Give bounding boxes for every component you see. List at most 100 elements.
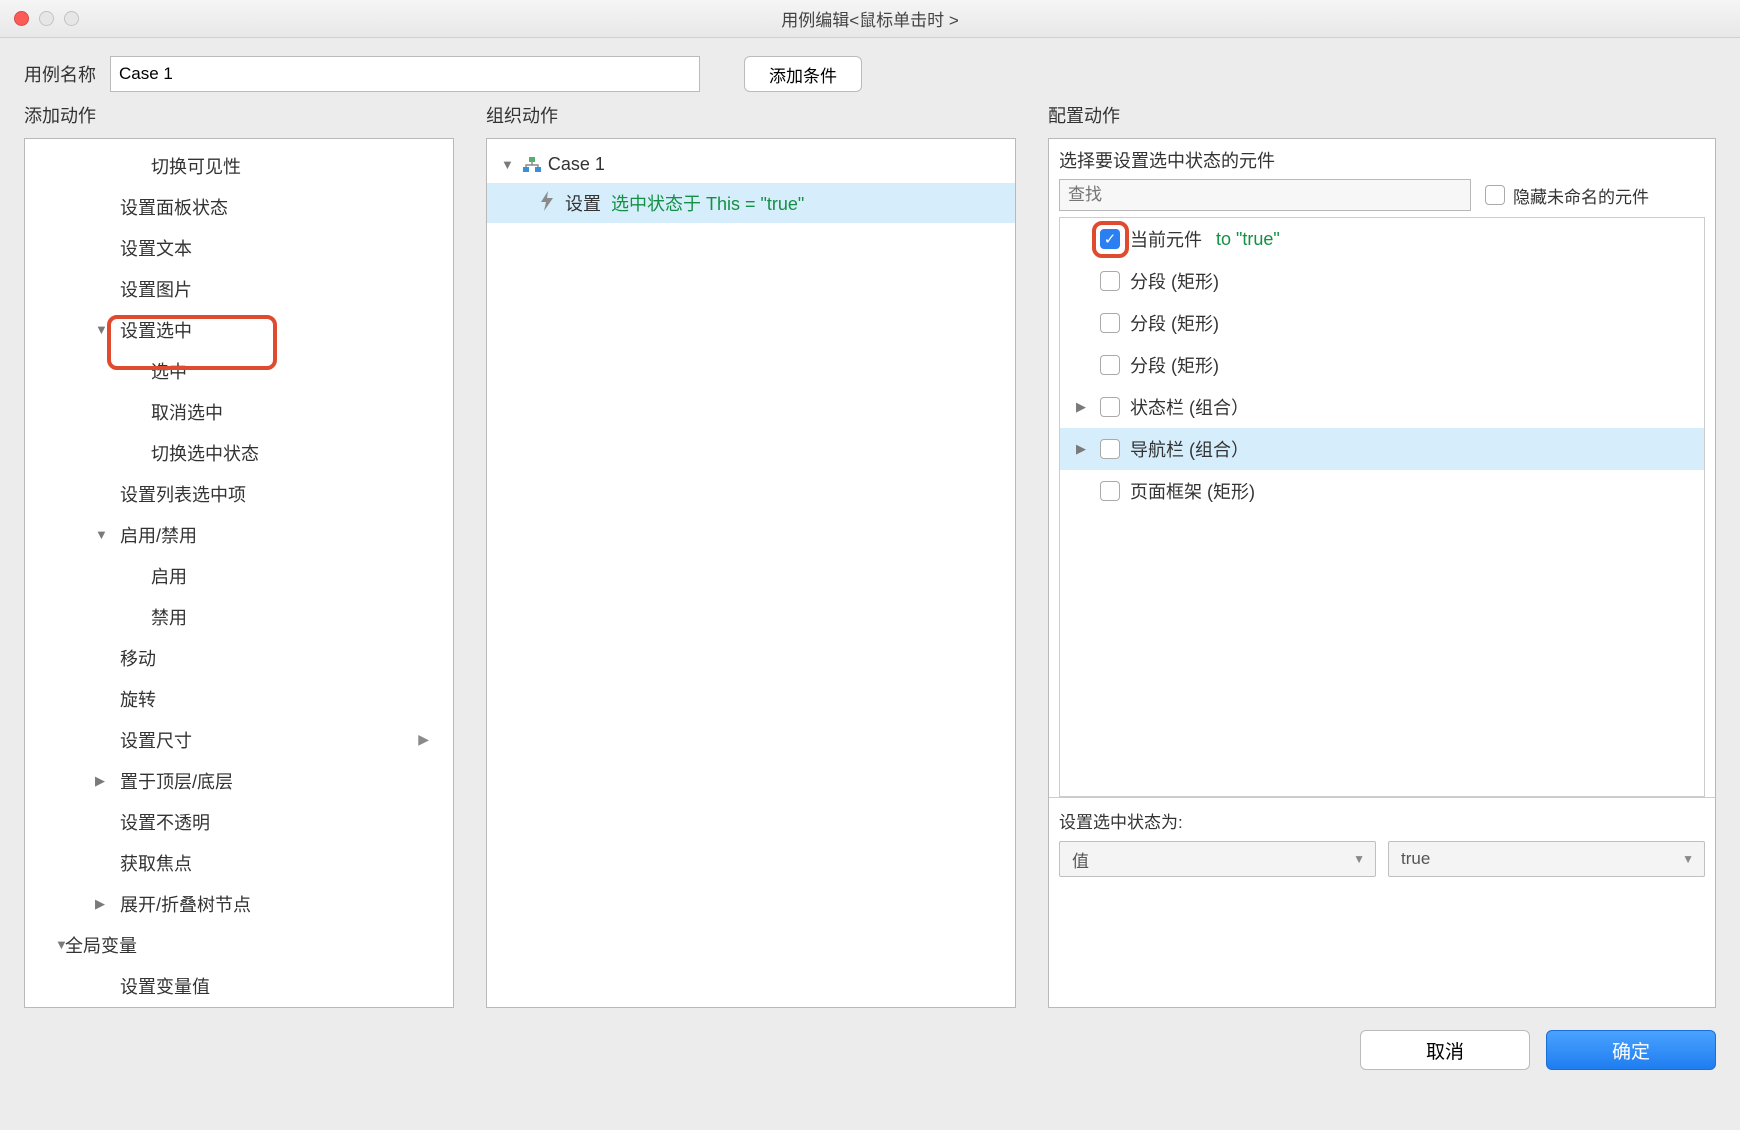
chevron-down-icon[interactable]: ▼ — [95, 527, 108, 542]
action-item[interactable]: 设置文本 — [25, 227, 453, 268]
action-item[interactable]: 获取焦点 — [25, 842, 453, 883]
action-item-label: 设置变量值 — [120, 973, 210, 999]
value-type-selected: 值 — [1072, 847, 1089, 872]
window-traffic-lights — [14, 11, 79, 26]
titlebar: 用例编辑<鼠标单击时 > — [0, 0, 1740, 38]
maximize-window-icon[interactable] — [64, 11, 79, 26]
action-item-label: 全局变量 — [65, 932, 137, 958]
widget-row[interactable]: 分段 (矩形) — [1060, 344, 1704, 386]
action-item[interactable]: 切换可见性 — [25, 145, 453, 186]
action-item[interactable]: ▼ 启用/禁用 — [25, 514, 453, 555]
action-item-label: 启用/禁用 — [120, 522, 197, 548]
widget-label: 当前元件 — [1130, 226, 1202, 252]
close-window-icon[interactable] — [14, 11, 29, 26]
widget-checkbox[interactable] — [1100, 271, 1120, 291]
action-item-label: 设置列表选中项 — [120, 481, 246, 507]
action-item[interactable]: 设置图片 — [25, 268, 453, 309]
widget-checkbox[interactable] — [1100, 313, 1120, 333]
action-item-label: 设置文本 — [120, 235, 192, 261]
widget-row[interactable]: ✓ 当前元件 to "true" — [1060, 218, 1704, 260]
widget-row[interactable]: 分段 (矩形) — [1060, 302, 1704, 344]
widget-tree[interactable]: ✓ 当前元件 to "true" 分段 (矩形) 分段 (矩形) 分段 (矩形) ▶ 状态栏 … — [1059, 217, 1705, 797]
action-detail: 选中状态于 This = "true" — [611, 190, 804, 216]
widget-label: 导航栏 (组合） — [1130, 436, 1249, 462]
flow-icon — [522, 157, 540, 171]
add-condition-button[interactable]: 添加条件 — [744, 56, 862, 92]
action-item[interactable]: 设置面板状态 — [25, 186, 453, 227]
action-item-label: 设置选中 — [120, 317, 192, 343]
widget-label: 分段 (矩形) — [1130, 352, 1219, 378]
chevron-down-icon: ▼ — [1353, 852, 1365, 866]
action-item-label: 设置图片 — [120, 276, 192, 302]
action-item-label: 获取焦点 — [120, 850, 192, 876]
action-item[interactable]: 禁用 — [25, 596, 453, 637]
action-item-label: 旋转 — [120, 686, 156, 712]
chevron-right-icon[interactable]: ▶ — [1076, 399, 1086, 415]
chevron-right-icon[interactable]: ▶ — [95, 773, 105, 789]
action-item[interactable]: 设置列表选中项 — [25, 473, 453, 514]
hide-unnamed-checkbox[interactable] — [1485, 185, 1505, 205]
action-item[interactable]: 设置不透明 — [25, 801, 453, 842]
action-item[interactable]: 旋转 — [25, 678, 453, 719]
chevron-right-icon[interactable]: ▶ — [95, 896, 105, 912]
widget-checkbox[interactable] — [1100, 439, 1120, 459]
action-item[interactable]: 选中 — [25, 350, 453, 391]
chevron-right-icon[interactable]: ▶ — [1076, 441, 1086, 457]
action-item[interactable]: ▶ 展开/折叠树节点 — [25, 883, 453, 924]
case-label: Case 1 — [548, 154, 605, 175]
action-item-label: 设置尺寸 — [120, 727, 192, 753]
top-row: 用例名称 添加条件 — [0, 38, 1740, 102]
widget-row[interactable]: 分段 (矩形) — [1060, 260, 1704, 302]
dialog-footer: 取消 确定 — [0, 1022, 1740, 1070]
action-item[interactable]: ▶ 置于顶层/底层 — [25, 760, 453, 801]
widget-search-input[interactable] — [1059, 179, 1471, 211]
hide-unnamed-toggle[interactable]: 隐藏未命名的元件 — [1485, 183, 1649, 208]
widget-checkbox[interactable] — [1100, 355, 1120, 375]
ok-button[interactable]: 确定 — [1546, 1030, 1716, 1070]
action-item[interactable]: 移动 — [25, 637, 453, 678]
case-name-input[interactable] — [110, 56, 700, 92]
value-type-select[interactable]: 值 ▼ — [1059, 841, 1376, 877]
widget-checkbox[interactable] — [1100, 397, 1120, 417]
value-select[interactable]: true ▼ — [1388, 841, 1705, 877]
action-item[interactable]: ▼ 设置选中 — [25, 309, 453, 350]
case-tree[interactable]: ▼ Case 1 设置 选中状态于 This = "true" — [487, 139, 1015, 229]
action-item[interactable]: ▼全局变量 — [25, 924, 453, 965]
widget-value-suffix: to "true" — [1216, 229, 1280, 250]
widget-checkbox[interactable]: ✓ — [1100, 229, 1120, 249]
chevron-down-icon[interactable]: ▼ — [501, 157, 514, 172]
set-state-label: 设置选中状态为: — [1059, 808, 1705, 833]
action-item[interactable]: 取消选中 — [25, 391, 453, 432]
widget-label: 状态栏 (组合） — [1130, 394, 1249, 420]
case-row[interactable]: ▼ Case 1 — [487, 145, 1015, 183]
action-item[interactable]: 设置变量值 — [25, 965, 453, 1006]
action-list[interactable]: 切换可见性设置面板状态设置文本设置图片 ▼ 设置选中选中取消选中切换选中状态设置列表… — [25, 139, 453, 1007]
chevron-down-icon[interactable]: ▼ — [55, 937, 68, 952]
action-item[interactable]: 切换选中状态 — [25, 432, 453, 473]
minimize-window-icon[interactable] — [39, 11, 54, 26]
action-item-label: 展开/折叠树节点 — [120, 891, 251, 917]
case-name-label: 用例名称 — [24, 61, 96, 87]
action-prefix: 设置 — [565, 190, 601, 216]
action-item[interactable]: 启用 — [25, 555, 453, 596]
action-item-label: 切换选中状态 — [151, 440, 259, 466]
add-action-heading: 添加动作 — [24, 102, 454, 128]
action-item-label: 置于顶层/底层 — [120, 768, 233, 794]
case-action-row[interactable]: 设置 选中状态于 This = "true" — [487, 183, 1015, 223]
action-item-label: 切换可见性 — [151, 153, 241, 179]
chevron-down-icon[interactable]: ▼ — [95, 322, 108, 337]
organize-action-column: 组织动作 ▼ Case 1 设置 选中状态于 This = "true" — [486, 102, 1016, 1008]
cancel-button[interactable]: 取消 — [1360, 1030, 1530, 1070]
window-title: 用例编辑<鼠标单击时 > — [781, 6, 959, 31]
widget-label: 页面框架 (矩形) — [1130, 478, 1255, 504]
action-item[interactable]: 设置尺寸 ▶ — [25, 719, 453, 760]
widget-row[interactable]: ▶ 导航栏 (组合） — [1060, 428, 1704, 470]
widget-row[interactable]: 页面框架 (矩形) — [1060, 470, 1704, 512]
widget-checkbox[interactable] — [1100, 481, 1120, 501]
action-item-label: 启用 — [151, 563, 187, 589]
configure-action-column: 配置动作 选择要设置选中状态的元件 隐藏未命名的元件 ✓当前元件to "true… — [1048, 102, 1716, 1008]
chevron-down-icon: ▼ — [1682, 852, 1694, 866]
widget-label: 分段 (矩形) — [1130, 268, 1219, 294]
chevron-right-icon: ▶ — [418, 731, 429, 748]
widget-row[interactable]: ▶ 状态栏 (组合） — [1060, 386, 1704, 428]
